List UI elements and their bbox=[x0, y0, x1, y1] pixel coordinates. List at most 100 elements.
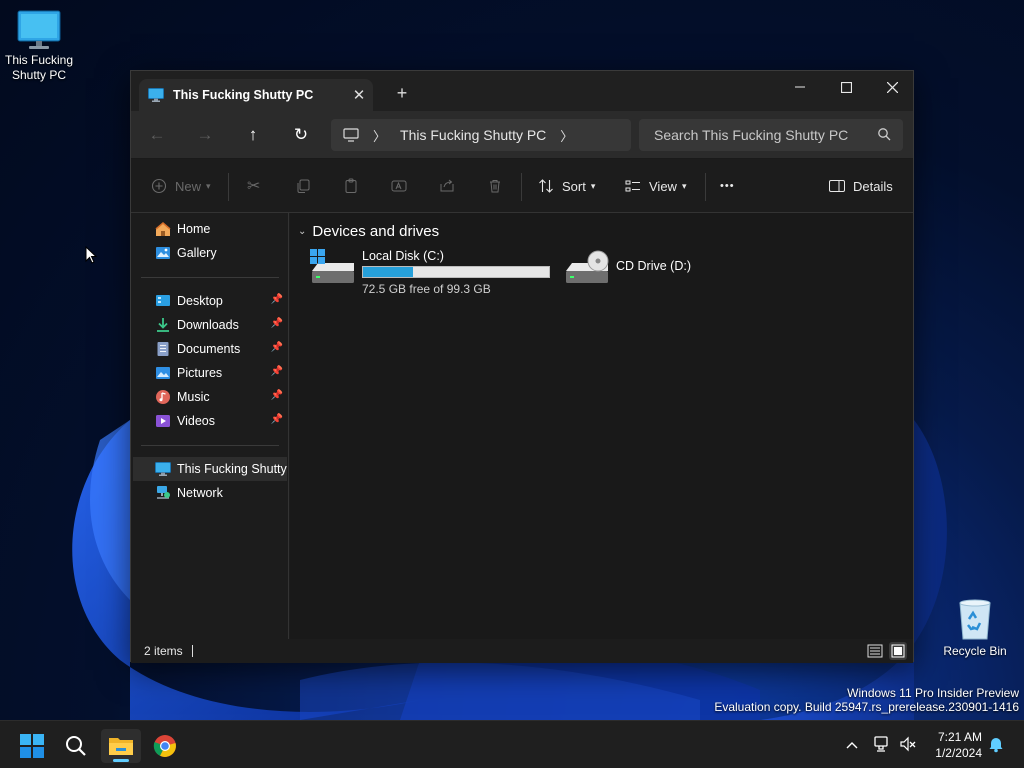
refresh-icon: ↻ bbox=[293, 125, 309, 144]
sort-button[interactable]: Sort ▾ bbox=[538, 173, 595, 199]
sidebar-item-label: Music bbox=[177, 390, 210, 404]
navigation-pane: Home Gallery Desktop 📌 Downloads 📌 Docum… bbox=[131, 213, 289, 639]
close-button[interactable] bbox=[869, 71, 915, 103]
chevron-right-icon[interactable]: 〉 bbox=[560, 126, 573, 145]
up-button[interactable]: ↑ bbox=[237, 119, 269, 151]
breadcrumb-this-pc[interactable]: This Fucking Shutty PC bbox=[400, 127, 546, 143]
pin-icon[interactable]: 📌 bbox=[271, 342, 283, 353]
music-icon bbox=[155, 389, 171, 405]
sidebar-item-pictures[interactable]: Pictures 📌 bbox=[133, 361, 287, 385]
paste-icon bbox=[345, 178, 357, 193]
pin-icon[interactable]: 📌 bbox=[271, 414, 283, 425]
tiles-view-icon bbox=[891, 644, 905, 658]
cut-button[interactable]: ✂ bbox=[247, 173, 260, 199]
sidebar-item-home[interactable]: Home bbox=[133, 217, 287, 241]
bell-icon bbox=[989, 738, 1003, 753]
toolbar-divider bbox=[521, 173, 522, 201]
minimize-icon bbox=[795, 86, 805, 88]
more-options-button[interactable]: ••• bbox=[720, 173, 735, 199]
chevron-right-icon: 〉 bbox=[373, 128, 387, 144]
sidebar-item-label: Downloads bbox=[177, 318, 239, 332]
file-explorer-window: This Fucking Shutty PC ✕ + ← → ↑ ↻ 〉 Thi… bbox=[130, 70, 915, 663]
hard-drive-icon bbox=[310, 249, 354, 283]
search-placeholder: Search This Fucking Shutty PC bbox=[654, 127, 849, 143]
devices-section-header[interactable]: ⌄ Devices and drives bbox=[298, 223, 439, 240]
share-button[interactable] bbox=[439, 173, 455, 199]
sidebar-item-videos[interactable]: Videos 📌 bbox=[133, 409, 287, 433]
show-hidden-icons-button[interactable] bbox=[842, 735, 862, 755]
new-button[interactable]: New ▾ bbox=[151, 173, 211, 199]
sidebar-divider bbox=[141, 445, 279, 446]
new-label: New bbox=[175, 178, 202, 194]
scissors-icon: ✂ bbox=[247, 178, 261, 195]
forward-button[interactable]: → bbox=[189, 119, 221, 151]
sidebar-item-downloads[interactable]: Downloads 📌 bbox=[133, 313, 287, 337]
rename-button[interactable] bbox=[391, 173, 407, 199]
view-button[interactable]: View ▾ bbox=[625, 173, 686, 199]
command-bar: New ▾ ✂ Sort ▾ View ▾ ••• Details bbox=[131, 159, 913, 213]
status-bar: 2 items bbox=[131, 639, 913, 663]
tab-this-pc[interactable]: This Fucking Shutty PC ✕ bbox=[139, 79, 373, 111]
navigation-bar: ← → ↑ ↻ 〉 This Fucking Shutty PC 〉 Searc… bbox=[131, 111, 913, 159]
view-list-icon bbox=[625, 180, 640, 192]
search-box[interactable]: Search This Fucking Shutty PC bbox=[639, 119, 903, 151]
taskbar-chrome[interactable] bbox=[145, 729, 185, 763]
rename-icon bbox=[391, 180, 407, 192]
pin-icon[interactable]: 📌 bbox=[271, 294, 283, 305]
taskbar: 7:21 AM 1/2/2024 bbox=[0, 720, 1024, 768]
sidebar-item-network[interactable]: Network bbox=[133, 481, 287, 505]
active-indicator bbox=[113, 759, 129, 762]
sidebar-item-desktop[interactable]: Desktop 📌 bbox=[133, 289, 287, 313]
downloads-icon bbox=[155, 317, 171, 333]
drive-usage-fill bbox=[363, 267, 414, 277]
tiles-view-button[interactable] bbox=[889, 642, 907, 660]
new-tab-button[interactable]: + bbox=[393, 83, 411, 104]
drive-cd-d[interactable]: CD Drive (D:) bbox=[564, 249, 691, 289]
drive-local-disk-c[interactable]: Local Disk (C:) 72.5 GB free of 99.3 GB bbox=[310, 249, 550, 296]
sidebar-item-gallery[interactable]: Gallery bbox=[133, 241, 287, 265]
details-pane-icon bbox=[829, 180, 845, 192]
toolbar-divider bbox=[228, 173, 229, 201]
sidebar-item-label: This Fucking Shutty PC bbox=[177, 462, 287, 476]
sidebar-item-label: Gallery bbox=[177, 246, 217, 260]
maximize-icon bbox=[840, 81, 852, 93]
sidebar-item-music[interactable]: Music 📌 bbox=[133, 385, 287, 409]
details-view-button[interactable] bbox=[867, 643, 883, 659]
volume-button[interactable] bbox=[899, 735, 919, 755]
network-status-button[interactable] bbox=[873, 735, 893, 755]
pin-icon[interactable]: 📌 bbox=[271, 318, 283, 329]
taskbar-file-explorer[interactable] bbox=[101, 729, 141, 763]
recycle-bin-icon bbox=[959, 599, 991, 640]
desktop-this-pc-label: This Fucking Shutty PC bbox=[4, 53, 74, 82]
sidebar-item-documents[interactable]: Documents 📌 bbox=[133, 337, 287, 361]
pin-icon[interactable]: 📌 bbox=[271, 390, 283, 401]
delete-button[interactable] bbox=[487, 173, 503, 199]
chevron-up-icon bbox=[846, 742, 858, 749]
paste-button[interactable] bbox=[343, 173, 359, 199]
refresh-button[interactable]: ↻ bbox=[285, 119, 317, 151]
tab-close-icon[interactable]: ✕ bbox=[345, 86, 373, 104]
minimize-button[interactable] bbox=[777, 71, 823, 103]
start-button[interactable] bbox=[12, 729, 52, 763]
pin-icon[interactable]: 📌 bbox=[271, 366, 283, 377]
address-bar[interactable]: 〉 This Fucking Shutty PC 〉 bbox=[331, 119, 631, 151]
back-button[interactable]: ← bbox=[141, 119, 173, 151]
watermark-line-2: Evaluation copy. Build 25947.rs_prerelea… bbox=[714, 700, 1019, 714]
chevron-down-icon: ▾ bbox=[681, 180, 687, 191]
details-pane-button[interactable]: Details bbox=[829, 173, 893, 199]
sidebar-divider bbox=[141, 277, 279, 278]
chevron-down-icon: ▾ bbox=[590, 180, 596, 191]
chevron-down-icon: ▾ bbox=[206, 180, 211, 191]
section-title: Devices and drives bbox=[312, 223, 440, 240]
notifications-button[interactable] bbox=[987, 735, 1007, 755]
desktop-this-pc[interactable]: This Fucking Shutty PC bbox=[0, 10, 79, 83]
sidebar-item-this-pc[interactable]: This Fucking Shutty PC bbox=[133, 457, 287, 481]
search-button[interactable] bbox=[56, 729, 96, 763]
copy-button[interactable] bbox=[295, 173, 311, 199]
maximize-button[interactable] bbox=[823, 71, 869, 103]
computer-icon bbox=[155, 461, 171, 477]
drive-usage-bar bbox=[362, 266, 550, 278]
computer-icon bbox=[148, 88, 164, 102]
system-clock[interactable]: 7:21 AM 1/2/2024 bbox=[922, 729, 982, 761]
desktop-recycle-bin[interactable]: Recycle Bin bbox=[935, 597, 1015, 659]
